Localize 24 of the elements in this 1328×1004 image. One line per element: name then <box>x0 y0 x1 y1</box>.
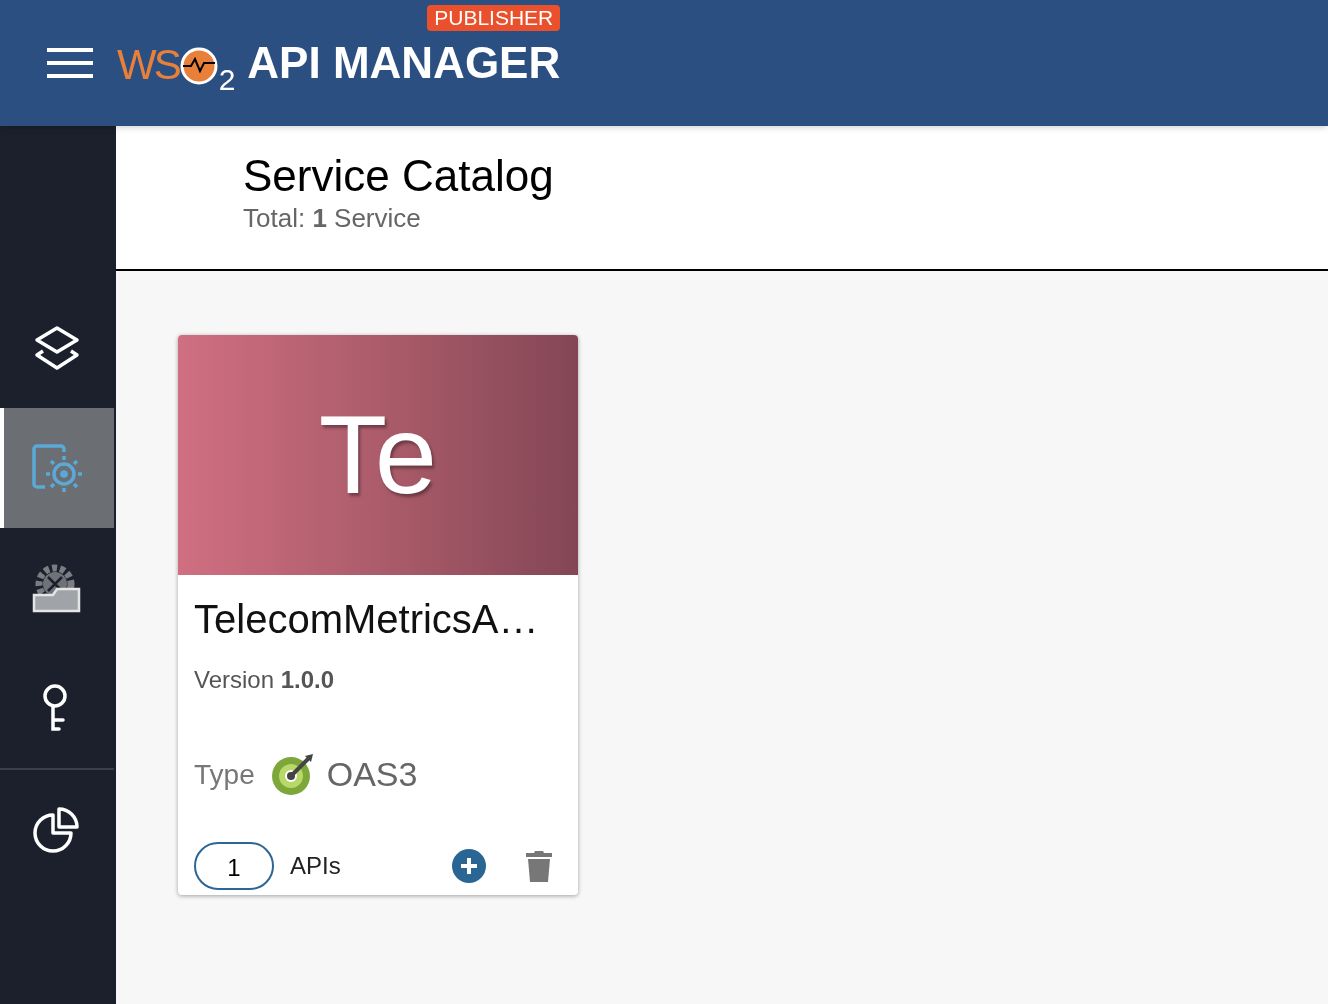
menu-icon[interactable] <box>47 48 93 78</box>
publisher-badge: PUBLISHER <box>427 5 561 31</box>
page-title: Service Catalog <box>243 150 555 202</box>
thumbnail-initials: Te <box>318 399 438 511</box>
logo-text: WS <box>117 43 179 87</box>
pie-chart-icon <box>33 807 81 853</box>
layers-icon <box>33 325 81 371</box>
service-version: Version 1.0.0 <box>194 665 336 695</box>
add-button[interactable] <box>452 849 486 883</box>
service-name: TelecomMetricsA… <box>194 596 540 643</box>
gauge-icon <box>270 753 315 796</box>
type-label: Type <box>194 757 255 792</box>
logo-pulse-icon <box>178 46 219 86</box>
total-count: Total: 1 Service <box>243 202 422 234</box>
gear-tools-icon <box>31 562 83 614</box>
product-name: API MANAGER <box>247 39 561 87</box>
plus-icon <box>460 857 478 875</box>
trash-icon <box>526 850 552 882</box>
apis-label: APIs <box>290 851 341 881</box>
logo-subscript: 2 <box>218 65 236 95</box>
api-count: 1 <box>194 842 274 890</box>
service-type: OAS3 <box>326 754 418 795</box>
delete-button[interactable] <box>526 850 552 882</box>
document-gear-icon <box>31 443 83 493</box>
